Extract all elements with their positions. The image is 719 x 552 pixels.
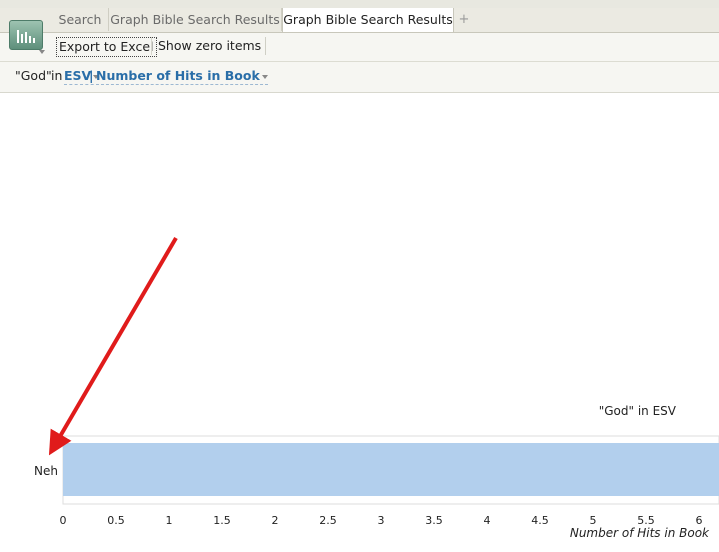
x-tick-label: 3 bbox=[378, 514, 385, 527]
show-zero-items-button[interactable]: Show zero items bbox=[156, 37, 267, 55]
measure-label: Number of Hits in Book bbox=[96, 68, 260, 83]
annotation-arrow-icon bbox=[48, 236, 178, 456]
x-tick-label: 4 bbox=[484, 514, 491, 527]
query-in-label: in bbox=[51, 68, 63, 83]
measure-selector[interactable]: Number of Hits in Book bbox=[96, 68, 268, 85]
x-tick-label: 2 bbox=[272, 514, 279, 527]
app-menu-chevron-down-icon[interactable] bbox=[39, 50, 45, 54]
x-tick-label: 4.5 bbox=[531, 514, 549, 527]
query-divider: | bbox=[89, 68, 94, 83]
legend-entry: "God" in ESV bbox=[599, 404, 677, 418]
tab-graph-results-1[interactable]: Graph Bible Search Results bbox=[109, 8, 282, 31]
bar-chart-glyph bbox=[17, 30, 35, 43]
chevron-down-icon bbox=[261, 74, 268, 79]
version-label: ESV bbox=[64, 68, 92, 83]
tab-search[interactable]: Search bbox=[52, 8, 109, 31]
toolbar-divider bbox=[151, 37, 152, 55]
x-tick-label: 2.5 bbox=[319, 514, 337, 527]
query-term: "God" bbox=[15, 68, 52, 83]
tab-bar: Search Graph Bible Search Results Graph … bbox=[0, 8, 719, 33]
x-axis-label: Number of Hits in Book bbox=[570, 526, 710, 540]
bar[interactable] bbox=[63, 443, 719, 496]
add-tab-icon[interactable]: + bbox=[456, 8, 472, 31]
hits-bar-chart: 0 0.5 1 1.5 2 2.5 3 3.5 4 4.5 5 5.5 6 Neh "God" in E… bbox=[34, 236, 719, 540]
export-to-excel-button[interactable]: Export to Excel bbox=[56, 37, 157, 57]
x-tick-label: 1 bbox=[166, 514, 173, 527]
category-label: Neh bbox=[34, 464, 58, 478]
query-bar: "God" in ESV | Number of Hits in Book bbox=[0, 62, 719, 93]
x-tick-label: 0 bbox=[60, 514, 67, 527]
x-tick-label: 3.5 bbox=[425, 514, 443, 527]
bar-chart-icon[interactable] bbox=[9, 20, 43, 50]
x-tick-label: 0.5 bbox=[107, 514, 125, 527]
x-tick-label: 1.5 bbox=[213, 514, 231, 527]
tab-graph-results-2[interactable]: Graph Bible Search Results bbox=[282, 8, 454, 32]
version-selector[interactable]: ESV bbox=[64, 68, 100, 85]
